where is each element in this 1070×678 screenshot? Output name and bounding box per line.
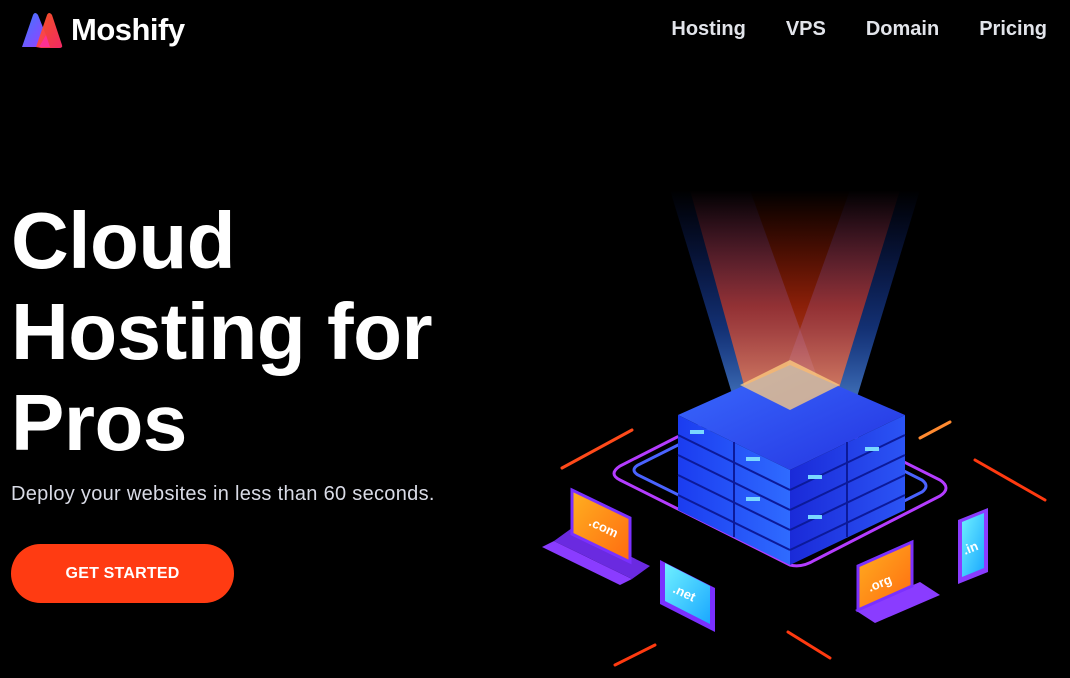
hero-title-line-1: Cloud [11,196,236,285]
hero-title-line-2: Hosting for [11,287,433,376]
site-header: Moshify Hosting VPS Domain Pricing [0,0,1070,60]
brand-logo[interactable]: Moshify [19,11,185,49]
get-started-button[interactable]: GET STARTED [11,544,234,603]
nav-item-vps[interactable]: VPS [786,16,826,42]
hero-title: Cloud Hosting for Pros [11,195,491,468]
server-illustration: .com .net .org .in [542,190,1047,667]
main-nav: Hosting VPS Domain Pricing [671,16,1047,42]
brand-name: Moshify [71,12,185,47]
nav-item-pricing[interactable]: Pricing [979,16,1047,42]
moshify-logo-icon [22,13,63,48]
nav-item-domain[interactable]: Domain [866,16,939,42]
nav-item-hosting[interactable]: Hosting [671,16,745,42]
landing-page: Moshify Hosting VPS Domain Pricing Cloud… [0,0,1070,678]
server-stack [677,360,906,565]
hero-title-line-3: Pros [11,378,187,467]
laptop-org-icon: .org [855,539,940,623]
hero-subtitle: Deploy your websites in less than 60 sec… [11,483,435,505]
phone-in-icon: .in [958,508,988,584]
tablet-net-icon: .net [660,560,715,632]
laptop-com-icon: .com [542,487,650,585]
